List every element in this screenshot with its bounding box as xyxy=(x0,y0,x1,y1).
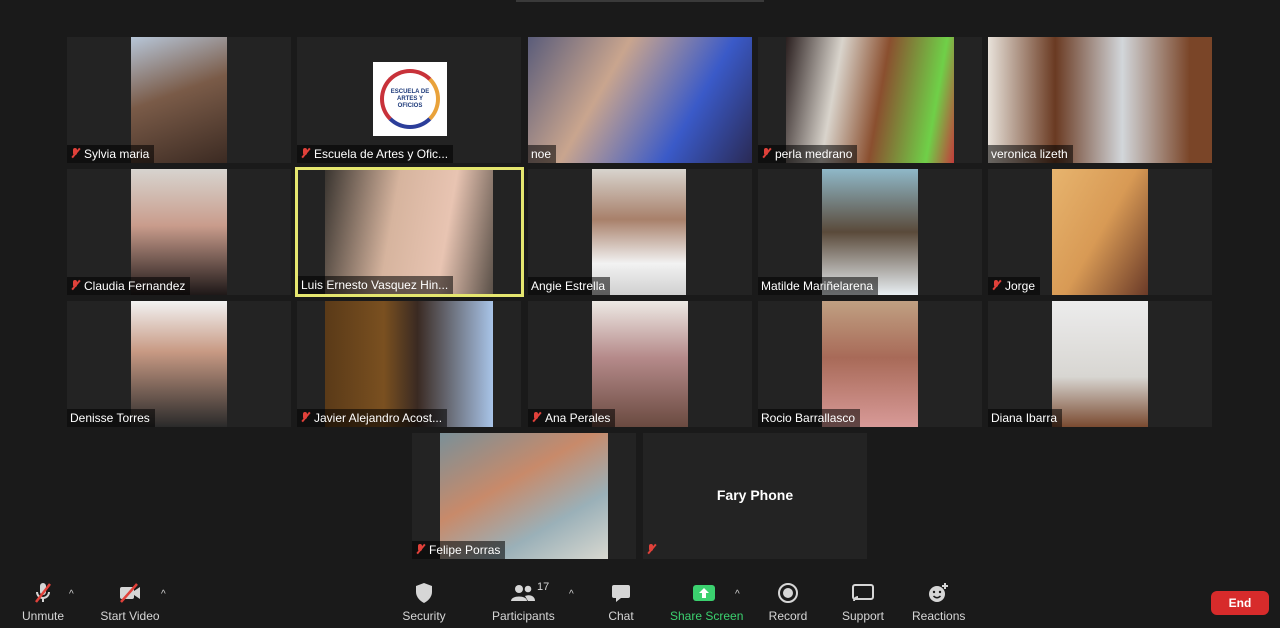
participant-tile[interactable]: Felipe Porras xyxy=(412,433,636,559)
participant-tile[interactable]: Matilde Mariñelarena xyxy=(758,169,982,295)
participant-video xyxy=(1052,301,1148,427)
participant-name-tag: perla medrano xyxy=(758,145,858,163)
participant-name-tag: Angie Estrella xyxy=(528,277,611,295)
school-logo-mark: ESCUELA DE ARTES Y OFICIOS xyxy=(380,69,440,129)
participant-tile[interactable]: Diana Ibarra xyxy=(988,301,1212,427)
participant-tile[interactable]: Angie Estrella xyxy=(528,169,752,295)
participant-tile[interactable]: Rocio Barrallasco xyxy=(758,301,982,427)
muted-mic-icon xyxy=(70,147,80,159)
video-off-icon xyxy=(100,581,160,605)
participant-tile[interactable]: Jorge xyxy=(988,169,1212,295)
participant-tile[interactable]: ESCUELA DE ARTES Y OFICIOS Escuela de Ar… xyxy=(297,37,521,163)
participant-name-tag: Escuela de Artes y Ofic... xyxy=(297,145,454,163)
share-screen-icon xyxy=(670,581,738,605)
school-logo-text: ESCUELA DE ARTES Y OFICIOS xyxy=(390,88,430,109)
participant-display-name: Fary Phone xyxy=(716,487,794,503)
participants-options-caret[interactable]: ^ xyxy=(569,589,574,600)
record-icon xyxy=(768,581,808,605)
participants-button[interactable]: 17 Participants xyxy=(492,581,555,623)
participant-name-tag: Felipe Porras xyxy=(412,541,506,559)
muted-mic-icon xyxy=(531,411,541,423)
start-video-button[interactable]: Start Video xyxy=(100,581,160,623)
record-button[interactable]: Record xyxy=(768,581,808,623)
share-options-caret[interactable]: ^ xyxy=(735,589,740,600)
participant-name-tag: Sylvia maria xyxy=(67,145,155,163)
participant-name-tag: noe xyxy=(528,145,557,163)
muted-mic-icon xyxy=(415,543,425,555)
participant-tile[interactable]: Claudia Fernandez xyxy=(67,169,291,295)
video-options-caret[interactable]: ^ xyxy=(161,589,166,600)
participant-tile[interactable]: veronica lizeth xyxy=(988,37,1212,163)
muted-mic-icon xyxy=(761,147,771,159)
participant-name-tag: Denisse Torres xyxy=(67,409,155,427)
muted-mic-icon xyxy=(300,147,310,159)
participant-tile[interactable]: Sylvia maria xyxy=(67,37,291,163)
participant-name-tag: Jorge xyxy=(988,277,1041,295)
support-button[interactable]: Support xyxy=(840,581,886,623)
participant-name-tag: Rocio Barrallasco xyxy=(758,409,861,427)
school-logo: ESCUELA DE ARTES Y OFICIOS xyxy=(373,62,447,136)
top-bar-notch xyxy=(516,0,764,2)
muted-mic-icon xyxy=(646,543,656,555)
participant-tile[interactable]: Ana Perales xyxy=(528,301,752,427)
muted-mic-icon xyxy=(70,279,80,291)
participant-name-tag xyxy=(643,541,665,559)
unmute-button[interactable]: Unmute xyxy=(20,581,66,623)
shield-icon xyxy=(401,581,447,605)
muted-mic-icon xyxy=(300,411,310,423)
end-meeting-button[interactable]: End xyxy=(1211,591,1269,615)
participant-name-tag: Javier Alejandro Acost... xyxy=(297,409,448,427)
participant-tile[interactable]: perla medrano xyxy=(758,37,982,163)
participant-tile[interactable]: Denisse Torres xyxy=(67,301,291,427)
share-screen-button[interactable]: Share Screen xyxy=(670,581,743,623)
participant-tile[interactable]: noe xyxy=(528,37,752,163)
participants-icon: 17 xyxy=(492,581,554,605)
participant-name-tag: Claudia Fernandez xyxy=(67,277,191,295)
security-button[interactable]: Security xyxy=(401,581,447,623)
participant-video xyxy=(1052,169,1148,295)
support-screen-icon xyxy=(840,581,886,605)
audio-options-caret[interactable]: ^ xyxy=(69,589,74,600)
participant-tile[interactable]: Fary Phone xyxy=(643,433,867,559)
reactions-button[interactable]: Reactions xyxy=(912,581,965,623)
participant-tile[interactable]: Javier Alejandro Acost... xyxy=(297,301,521,427)
chat-button[interactable]: Chat xyxy=(603,581,639,623)
muted-microphone-icon xyxy=(20,581,66,605)
participant-name-tag: Luis Ernesto Vasquez Hin... xyxy=(298,276,454,294)
participants-count: 17 xyxy=(537,581,550,593)
participant-name-tag: Matilde Mariñelarena xyxy=(758,277,879,295)
chat-bubble-icon xyxy=(603,581,639,605)
participant-video xyxy=(528,37,752,163)
participant-name-tag: Ana Perales xyxy=(528,409,616,427)
smiley-plus-icon xyxy=(912,581,964,605)
participant-name-tag: veronica lizeth xyxy=(988,145,1073,163)
muted-mic-icon xyxy=(991,279,1001,291)
meeting-toolbar: Unmute ^ Start Video ^ Security 17 Parti… xyxy=(0,575,1280,628)
active-speaker-tile[interactable]: Luis Ernesto Vasquez Hin... xyxy=(295,167,524,297)
participant-name-tag: Diana Ibarra xyxy=(988,409,1063,427)
